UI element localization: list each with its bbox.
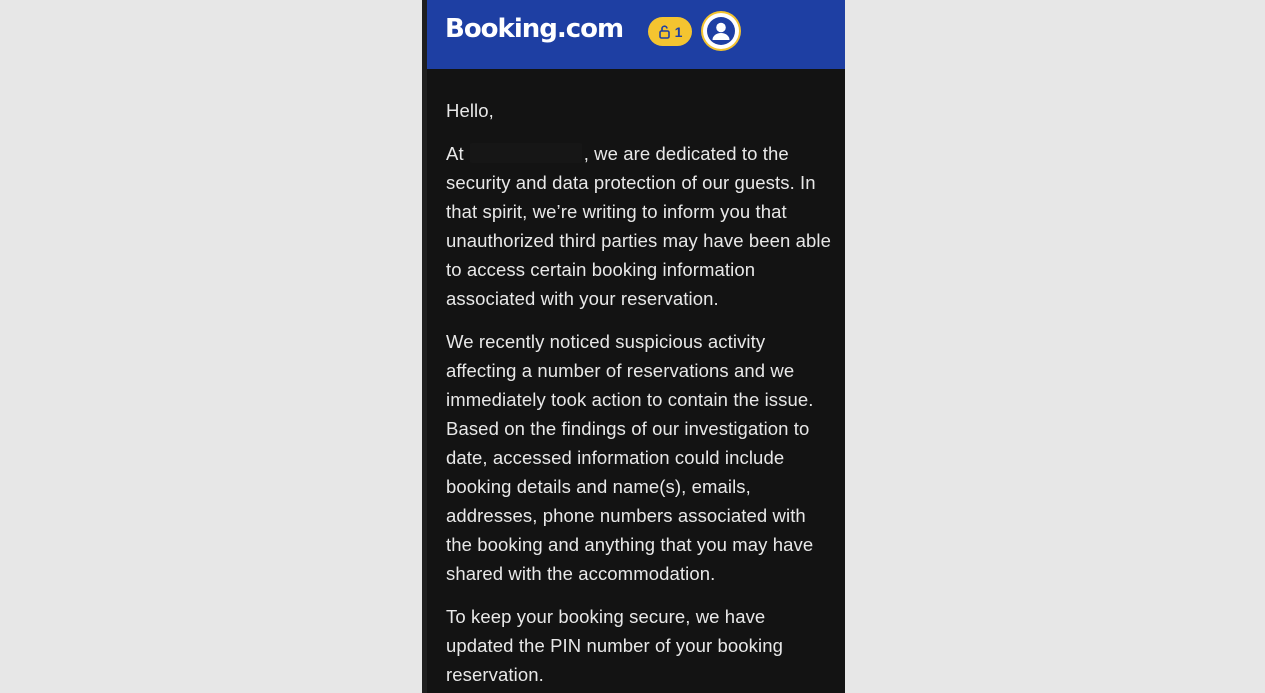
- paragraph-1: At, we are dedicated to the security and…: [446, 139, 845, 313]
- app-header: Booking.com 1: [427, 0, 845, 69]
- notification-badge[interactable]: 1: [648, 17, 692, 46]
- paragraph-1-line-0: At, we are dedicated to the: [446, 143, 789, 164]
- email-body: Hello, At, we are dedicated to the secur…: [446, 96, 845, 693]
- user-avatar-icon: [703, 13, 739, 49]
- greeting: Hello,: [446, 100, 494, 121]
- account-button[interactable]: [701, 11, 741, 51]
- booking-logo[interactable]: Booking.com: [445, 13, 624, 45]
- paragraph-2: We recently noticed suspicious activity …: [446, 331, 814, 584]
- redacted-name: [469, 143, 582, 163]
- phone-screen: Booking.com 1 Hello, At , we are dedicat…: [422, 0, 845, 693]
- lock-open-icon: [658, 24, 672, 39]
- notification-count: 1: [674, 23, 683, 40]
- phone-edge: [422, 0, 427, 693]
- paragraph-3: To keep your booking secure, we have upd…: [446, 606, 784, 685]
